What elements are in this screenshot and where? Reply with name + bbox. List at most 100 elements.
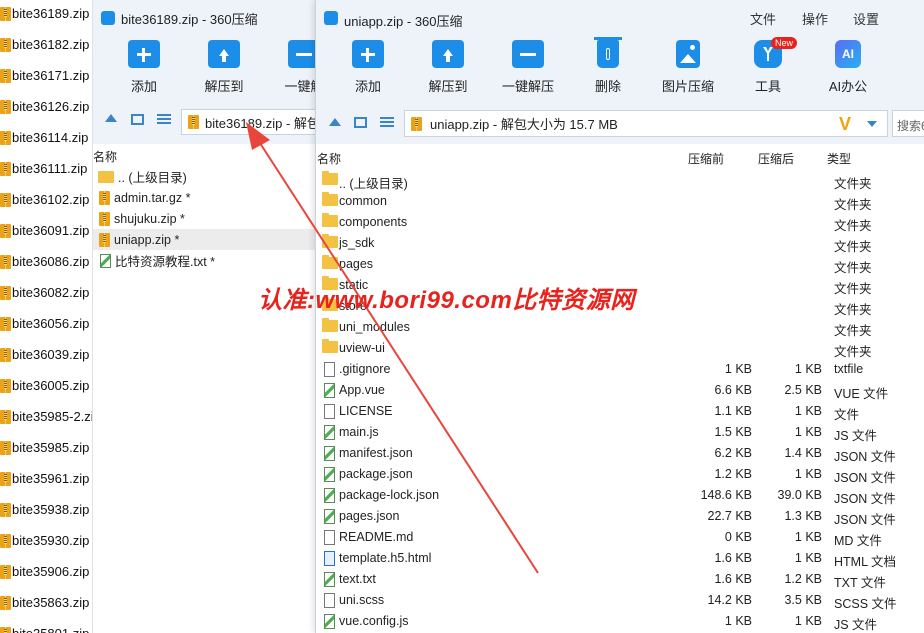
file-type: JS 文件 <box>834 618 878 632</box>
desktop-file-item[interactable]: bite35961.zip <box>0 463 92 494</box>
back-up-arrow-icon[interactable] <box>105 114 117 122</box>
file-row[interactable]: README.md 0 KB 1 KB MD 文件 <box>316 527 924 548</box>
file-row[interactable]: LICENSE 1.1 KB 1 KB 文件 <box>316 401 924 422</box>
file-type: 文件夹 <box>834 261 872 275</box>
desktop-file-name: bite36171.zip <box>12 68 90 83</box>
desktop-file-item[interactable]: bite36114.zip <box>0 122 92 153</box>
desktop-file-name: bite36056.zip <box>12 316 90 331</box>
desktop-file-item[interactable]: bite35863.zip <box>0 587 92 618</box>
zip-icon <box>99 190 110 205</box>
folder-row[interactable]: components 文件夹 <box>316 212 924 233</box>
address-field[interactable]: uniapp.zip - 解包大小为 15.7 MB V <box>404 110 888 137</box>
file-row[interactable]: vue.config.js 1 KB 1 KB JS 文件 <box>316 611 924 632</box>
col-name[interactable]: 名称 <box>317 150 341 167</box>
desktop-file-item[interactable]: bite36086.zip <box>0 246 92 277</box>
file-name: vue.config.js <box>339 614 409 628</box>
back-address-field[interactable]: bite36189.zip - 解包 <box>181 109 331 135</box>
desktop-file-item[interactable]: bite36005.zip <box>0 370 92 401</box>
back-file-row[interactable]: uniapp.zip * <box>93 229 323 250</box>
front-title-bar[interactable]: uniapp.zip - 360压缩 文件 操作 设置 <box>316 0 924 36</box>
dropdown-chevron-icon[interactable] <box>867 121 877 127</box>
back-col-name[interactable]: 名称 <box>93 148 117 165</box>
folder-row[interactable]: uview-ui 文件夹 <box>316 338 924 359</box>
list-view-icon[interactable] <box>380 117 394 128</box>
file-compressed-size: 1 KB <box>794 614 822 628</box>
desktop-file-item[interactable]: bite36039.zip <box>0 339 92 370</box>
file-name: LICENSE <box>339 404 393 418</box>
back-file-row[interactable]: 比特资源教程.txt * <box>93 250 323 271</box>
image-compress-button[interactable]: 图片压缩 <box>653 40 723 98</box>
file-row[interactable]: uni.scss 14.2 KB 3.5 KB SCSS 文件 <box>316 590 924 611</box>
back-view-icon[interactable] <box>131 114 144 125</box>
back-file-name: 比特资源教程.txt * <box>115 255 216 269</box>
back-file-row[interactable]: admin.tar.gz * <box>93 187 323 208</box>
back-file-row[interactable]: shujuku.zip * <box>93 208 323 229</box>
back-add-button[interactable]: 添加 <box>109 40 179 98</box>
desktop-file-name: bite36189.zip <box>12 6 90 21</box>
file-compressed-size: 39.0 KB <box>777 488 822 502</box>
file-row[interactable]: template.h5.html 1.6 KB 1 KB HTML 文档 <box>316 548 924 569</box>
oneclick-extract-button[interactable]: 一键解压 <box>493 40 563 98</box>
desktop-file-item[interactable]: bite36091.zip <box>0 215 92 246</box>
vip-v-icon[interactable]: V <box>839 114 851 135</box>
file-compressed-size: 1.4 KB <box>784 446 822 460</box>
back-extract-button[interactable]: 解压到 <box>189 40 259 98</box>
file-row[interactable]: manifest.json 6.2 KB 1.4 KB JSON 文件 <box>316 443 924 464</box>
file-name: pages <box>339 257 374 271</box>
desktop-file-item[interactable]: bite36189.zip <box>0 0 92 29</box>
desktop-file-item[interactable]: bite35985.zip <box>0 432 92 463</box>
folder-row[interactable]: common 文件夹 <box>316 191 924 212</box>
back-list-icon[interactable] <box>157 114 171 125</box>
ai-office-button[interactable]: AI AI办公 <box>813 40 883 98</box>
desktop-file-item[interactable]: bite35985-2.zi <box>0 401 92 432</box>
file-row[interactable]: pages.json 22.7 KB 1.3 KB JSON 文件 <box>316 506 924 527</box>
folder-row[interactable]: js_sdk 文件夹 <box>316 233 924 254</box>
file-row[interactable]: .gitignore 1 KB 1 KB txtfile <box>316 359 924 380</box>
menu-settings[interactable]: 设置 <box>853 9 879 28</box>
desktop-file-item[interactable]: bite35930.zip <box>0 525 92 556</box>
desktop-file-item[interactable]: bite36126.zip <box>0 91 92 122</box>
desktop-file-item[interactable]: bite35801.zip <box>0 618 92 633</box>
extract-to-button[interactable]: 解压到 <box>413 40 483 98</box>
file-row[interactable]: App.vue 6.6 KB 2.5 KB VUE 文件 <box>316 380 924 401</box>
col-type[interactable]: 类型 <box>827 150 851 167</box>
zip-icon <box>0 471 11 486</box>
file-row[interactable]: main.js 1.5 KB 1 KB JS 文件 <box>316 422 924 443</box>
search-input[interactable]: 搜索6 <box>892 110 924 137</box>
folder-row[interactable]: uni_modules 文件夹 <box>316 317 924 338</box>
file-row[interactable]: package.json 1.2 KB 1 KB JSON 文件 <box>316 464 924 485</box>
file-icon <box>324 404 335 419</box>
back-title-bar[interactable]: bite36189.zip - 360压缩 <box>93 0 323 36</box>
zip-icon <box>0 533 11 548</box>
desktop-file-item[interactable]: bite35906.zip <box>0 556 92 587</box>
desktop-file-item[interactable]: bite36056.zip <box>0 308 92 339</box>
folder-row[interactable]: pages 文件夹 <box>316 254 924 275</box>
zip-icon <box>0 161 11 176</box>
col-compressed[interactable]: 压缩后 <box>758 150 794 167</box>
back-archive-window[interactable]: bite36189.zip - 360压缩 添加 解压到 一键解 bite361… <box>93 0 331 633</box>
desktop-file-item[interactable]: bite36111.zip <box>0 153 92 184</box>
file-name: common <box>339 194 387 208</box>
desktop-file-item[interactable]: bite36182.zip <box>0 29 92 60</box>
tools-button[interactable]: 工具 New <box>733 37 803 98</box>
folder-icon <box>322 234 338 248</box>
extract-icon <box>208 40 240 68</box>
desktop-file-item[interactable]: bite35938.zip <box>0 494 92 525</box>
up-arrow-icon[interactable] <box>329 118 341 126</box>
back-file-row[interactable]: .. (上级目录) <box>93 166 323 187</box>
front-archive-window[interactable]: uniapp.zip - 360压缩 文件 操作 设置 添加 解压到 一键解压 … <box>315 0 924 633</box>
desktop-file-item[interactable]: bite36082.zip <box>0 277 92 308</box>
menu-operate[interactable]: 操作 <box>802 9 828 28</box>
desktop-file-item[interactable]: bite36171.zip <box>0 60 92 91</box>
extract-icon <box>432 40 464 68</box>
col-packed[interactable]: 压缩前 <box>688 150 724 167</box>
file-row[interactable]: text.txt 1.6 KB 1.2 KB TXT 文件 <box>316 569 924 590</box>
view-icon[interactable] <box>354 117 367 128</box>
folder-row[interactable]: .. (上级目录) 文件夹 <box>316 170 924 191</box>
menu-file[interactable]: 文件 <box>750 9 776 28</box>
delete-button[interactable]: 删除 <box>573 37 643 98</box>
file-row[interactable]: package-lock.json 148.6 KB 39.0 KB JSON 文件 <box>316 485 924 506</box>
add-button[interactable]: 添加 <box>333 40 403 98</box>
file-packed-size: 148.6 KB <box>700 488 752 502</box>
desktop-file-item[interactable]: bite36102.zip <box>0 184 92 215</box>
